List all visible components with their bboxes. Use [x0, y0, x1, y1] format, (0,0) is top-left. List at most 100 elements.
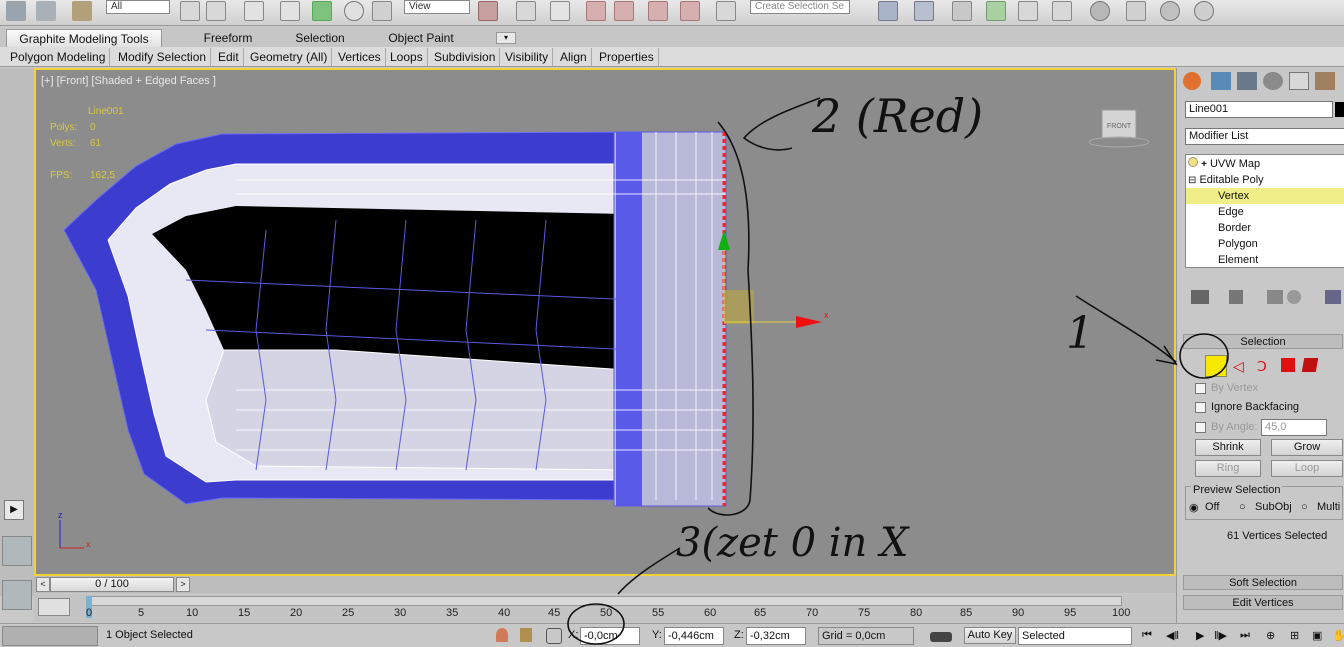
remove-modifier-icon[interactable]: [1287, 290, 1301, 304]
motion-tab-icon[interactable]: [1263, 72, 1283, 90]
y-coord-field[interactable]: -0,446cm: [664, 627, 724, 645]
isolate-selection-icon[interactable]: [496, 628, 508, 642]
stack-item-element[interactable]: Element: [1218, 252, 1258, 268]
graphite-toggle-icon[interactable]: [986, 1, 1006, 21]
select-manipulate-icon[interactable]: [516, 1, 536, 21]
view-cube-label[interactable]: FRONT: [1107, 123, 1132, 130]
rect-selection-icon[interactable]: [244, 1, 264, 21]
modifier-list-dropdown[interactable]: Modifier List: [1185, 128, 1344, 145]
light-bulb-icon[interactable]: [1188, 157, 1198, 167]
tab-selection[interactable]: Selection: [276, 29, 364, 47]
stack-item-edge[interactable]: Edge: [1218, 204, 1244, 220]
panel-polygon-modeling[interactable]: Polygon Modeling: [6, 48, 111, 66]
modify-tab-icon[interactable]: [1211, 72, 1231, 90]
selection-rollout-header[interactable]: Selection: [1183, 334, 1343, 349]
zoom-all-icon[interactable]: ⊞: [1290, 629, 1299, 642]
key-filter-dropdown[interactable]: Selected: [1018, 627, 1132, 645]
panel-align[interactable]: Align: [556, 48, 592, 66]
time-slider[interactable]: < 0 / 100 >: [34, 576, 1176, 593]
prev-frame-icon[interactable]: ◀‖: [1166, 629, 1179, 642]
spinner-snap-icon[interactable]: [680, 1, 700, 21]
link-icon[interactable]: [6, 1, 26, 21]
front-viewport[interactable]: [+] [Front] [Shaded + Edged Faces ] Line…: [34, 68, 1176, 576]
mirror-icon[interactable]: [878, 1, 898, 21]
stack-item-border[interactable]: Border: [1218, 220, 1251, 236]
preview-subobj-radio[interactable]: ○: [1239, 501, 1246, 513]
object-name-field[interactable]: Line001: [1185, 101, 1333, 118]
hierarchy-tab-icon[interactable]: [1237, 72, 1257, 90]
edit-vertices-rollout-header[interactable]: Edit Vertices: [1183, 595, 1343, 610]
loop-button[interactable]: Loop: [1271, 460, 1343, 477]
zoom-icon[interactable]: ⊕: [1266, 629, 1275, 642]
tab-freeform[interactable]: Freeform: [180, 29, 276, 47]
border-mode-icon[interactable]: Ↄ: [1257, 358, 1273, 374]
render-setup-icon[interactable]: [1126, 1, 1146, 21]
maxscript-listener[interactable]: [2, 626, 98, 646]
panel-properties[interactable]: Properties: [595, 48, 659, 66]
configure-sets-icon[interactable]: [1325, 290, 1341, 304]
tab-graphite-modeling-tools[interactable]: Graphite Modeling Tools: [6, 29, 162, 47]
play-icon[interactable]: ▶: [1196, 629, 1204, 642]
time-next-button[interactable]: >: [176, 577, 190, 592]
window-crossing-icon[interactable]: [280, 1, 300, 21]
layer-manager-icon[interactable]: [952, 1, 972, 21]
panel-vertices[interactable]: Vertices: [334, 48, 386, 66]
zoom-extents-icon[interactable]: ▣: [1312, 629, 1322, 642]
x-coord-field[interactable]: -0,0cm: [580, 627, 640, 645]
edit-named-sets-icon[interactable]: [716, 1, 736, 21]
select-by-name-icon[interactable]: [206, 1, 226, 21]
material-editor-icon[interactable]: [1090, 1, 1110, 21]
keyboard-shortcut-icon[interactable]: [550, 1, 570, 21]
element-mode-icon[interactable]: [1301, 358, 1319, 372]
utilities-tab-icon[interactable]: [1315, 72, 1335, 90]
unlink-icon[interactable]: [36, 1, 56, 21]
go-to-start-icon[interactable]: ⏮: [1142, 629, 1152, 642]
pivot-center-icon[interactable]: [478, 1, 498, 21]
rendered-frame-icon[interactable]: [1160, 1, 1180, 21]
by-angle-checkbox[interactable]: [1195, 422, 1206, 433]
panel-toggle-2-icon[interactable]: [2, 580, 32, 610]
mini-curve-editor-icon[interactable]: [38, 598, 70, 616]
object-color-swatch[interactable]: [1335, 102, 1344, 117]
vertex-mode-icon[interactable]: [1205, 355, 1227, 377]
panel-subdivision[interactable]: Subdivision: [430, 48, 501, 66]
preview-off-radio[interactable]: ◉: [1189, 501, 1199, 514]
show-end-result-icon[interactable]: [1229, 290, 1243, 304]
schematic-view-icon[interactable]: [1052, 1, 1072, 21]
angle-snap-icon[interactable]: [614, 1, 634, 21]
time-prev-button[interactable]: <: [36, 577, 50, 592]
pan-icon[interactable]: ✋: [1332, 629, 1344, 642]
stack-item-vertex[interactable]: Vertex: [1186, 188, 1344, 204]
panel-loops[interactable]: Loops: [386, 48, 428, 66]
panel-visibility[interactable]: Visibility: [501, 48, 554, 66]
shrink-button[interactable]: Shrink: [1195, 439, 1261, 456]
panel-modify-selection[interactable]: Modify Selection: [114, 48, 212, 66]
selection-lock-icon[interactable]: [520, 628, 532, 642]
collapse-minus-icon[interactable]: ⊟: [1188, 175, 1196, 186]
align-icon[interactable]: [914, 1, 934, 21]
render-teapot-icon[interactable]: [1194, 1, 1214, 21]
by-vertex-checkbox[interactable]: [1195, 383, 1206, 394]
go-to-end-icon[interactable]: ⏭: [1240, 629, 1250, 642]
auto-key-button[interactable]: Auto Key: [964, 627, 1016, 644]
stack-item-editable-poly[interactable]: ⊟ Editable Poly: [1188, 172, 1264, 188]
percent-snap-icon[interactable]: [648, 1, 668, 21]
edge-mode-icon[interactable]: ◁: [1233, 358, 1249, 374]
key-icon[interactable]: [930, 632, 952, 642]
preview-multi-radio[interactable]: ○: [1301, 501, 1308, 513]
z-coord-field[interactable]: -0,32cm: [746, 627, 806, 645]
stack-item-uvw-map[interactable]: + UVW Map: [1188, 156, 1260, 172]
pin-stack-icon[interactable]: [1191, 290, 1209, 304]
snap-toggle-icon[interactable]: [586, 1, 606, 21]
ring-button[interactable]: Ring: [1195, 460, 1261, 477]
soft-selection-rollout-header[interactable]: Soft Selection: [1183, 575, 1343, 590]
track-ruler[interactable]: [86, 596, 1122, 606]
panel-edit[interactable]: Edit: [214, 48, 244, 66]
ribbon-options-button[interactable]: ▾: [496, 32, 516, 44]
grow-button[interactable]: Grow: [1271, 439, 1343, 456]
display-tab-icon[interactable]: [1289, 72, 1309, 90]
modifier-stack[interactable]: + UVW Map ⊟ Editable Poly Vertex Edge Bo…: [1185, 154, 1344, 268]
next-frame-icon[interactable]: ‖▶: [1214, 629, 1227, 642]
bind-spacewarp-icon[interactable]: [72, 1, 92, 21]
expand-plus-icon[interactable]: +: [1201, 159, 1207, 170]
